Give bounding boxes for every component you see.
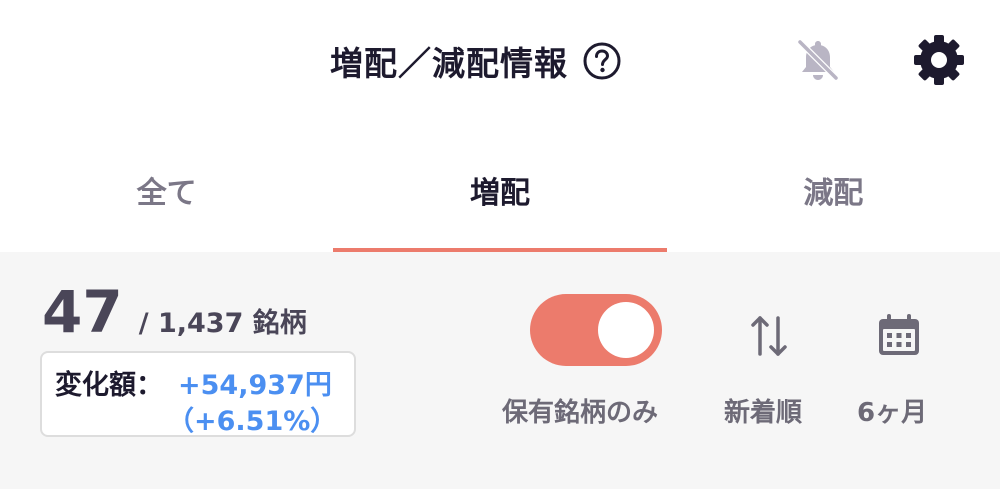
period-label[interactable]: 6ヶ月 [857, 392, 927, 429]
header: 増配／減配情報 [0, 0, 1000, 120]
tab-all-label: 全て [136, 176, 197, 211]
sort-order-label[interactable]: 新着順 [724, 392, 802, 429]
dividend-change-screen: 増配／減配情報 全て 増配 減配 47 / 1,437 銘柄 変化額： +54,… [0, 0, 1000, 489]
total-count: / 1,437 銘柄 [138, 308, 307, 339]
title-wrap: 増配／減配情報 [330, 36, 622, 86]
sort-arrows-icon[interactable] [748, 312, 790, 360]
tab-dividend-decrease-label: 減配 [803, 176, 864, 211]
change-amount-box: 変化額： +54,937円 （+6.51%） [40, 351, 356, 437]
gear-icon[interactable] [911, 32, 967, 88]
holdings-only-toggle[interactable] [530, 294, 662, 366]
stock-count: 47 / 1,437 銘柄 [42, 278, 307, 346]
tab-dividend-decrease[interactable]: 減配 [667, 150, 1000, 250]
tab-bar: 全て 増配 減配 [0, 150, 1000, 252]
toggle-knob [598, 302, 654, 358]
tab-all[interactable]: 全て [0, 150, 333, 250]
page-title: 増配／減配情報 [330, 44, 568, 83]
holdings-only-label: 保有銘柄のみ [502, 398, 659, 428]
tab-dividend-increase[interactable]: 増配 [333, 150, 667, 252]
change-amount-label: 変化額： [55, 370, 163, 401]
summary-panel: 47 / 1,437 銘柄 変化額： +54,937円 （+6.51%） 保有銘… [0, 252, 1000, 489]
calendar-icon[interactable] [876, 312, 922, 358]
question-circle-icon[interactable] [582, 41, 622, 81]
change-amount-value: +54,937円 [178, 370, 332, 401]
change-percent-value: （+6.51%） [167, 406, 338, 437]
tab-dividend-increase-label: 増配 [469, 176, 530, 211]
bell-off-icon[interactable] [794, 36, 842, 84]
matched-count: 47 [42, 278, 123, 346]
